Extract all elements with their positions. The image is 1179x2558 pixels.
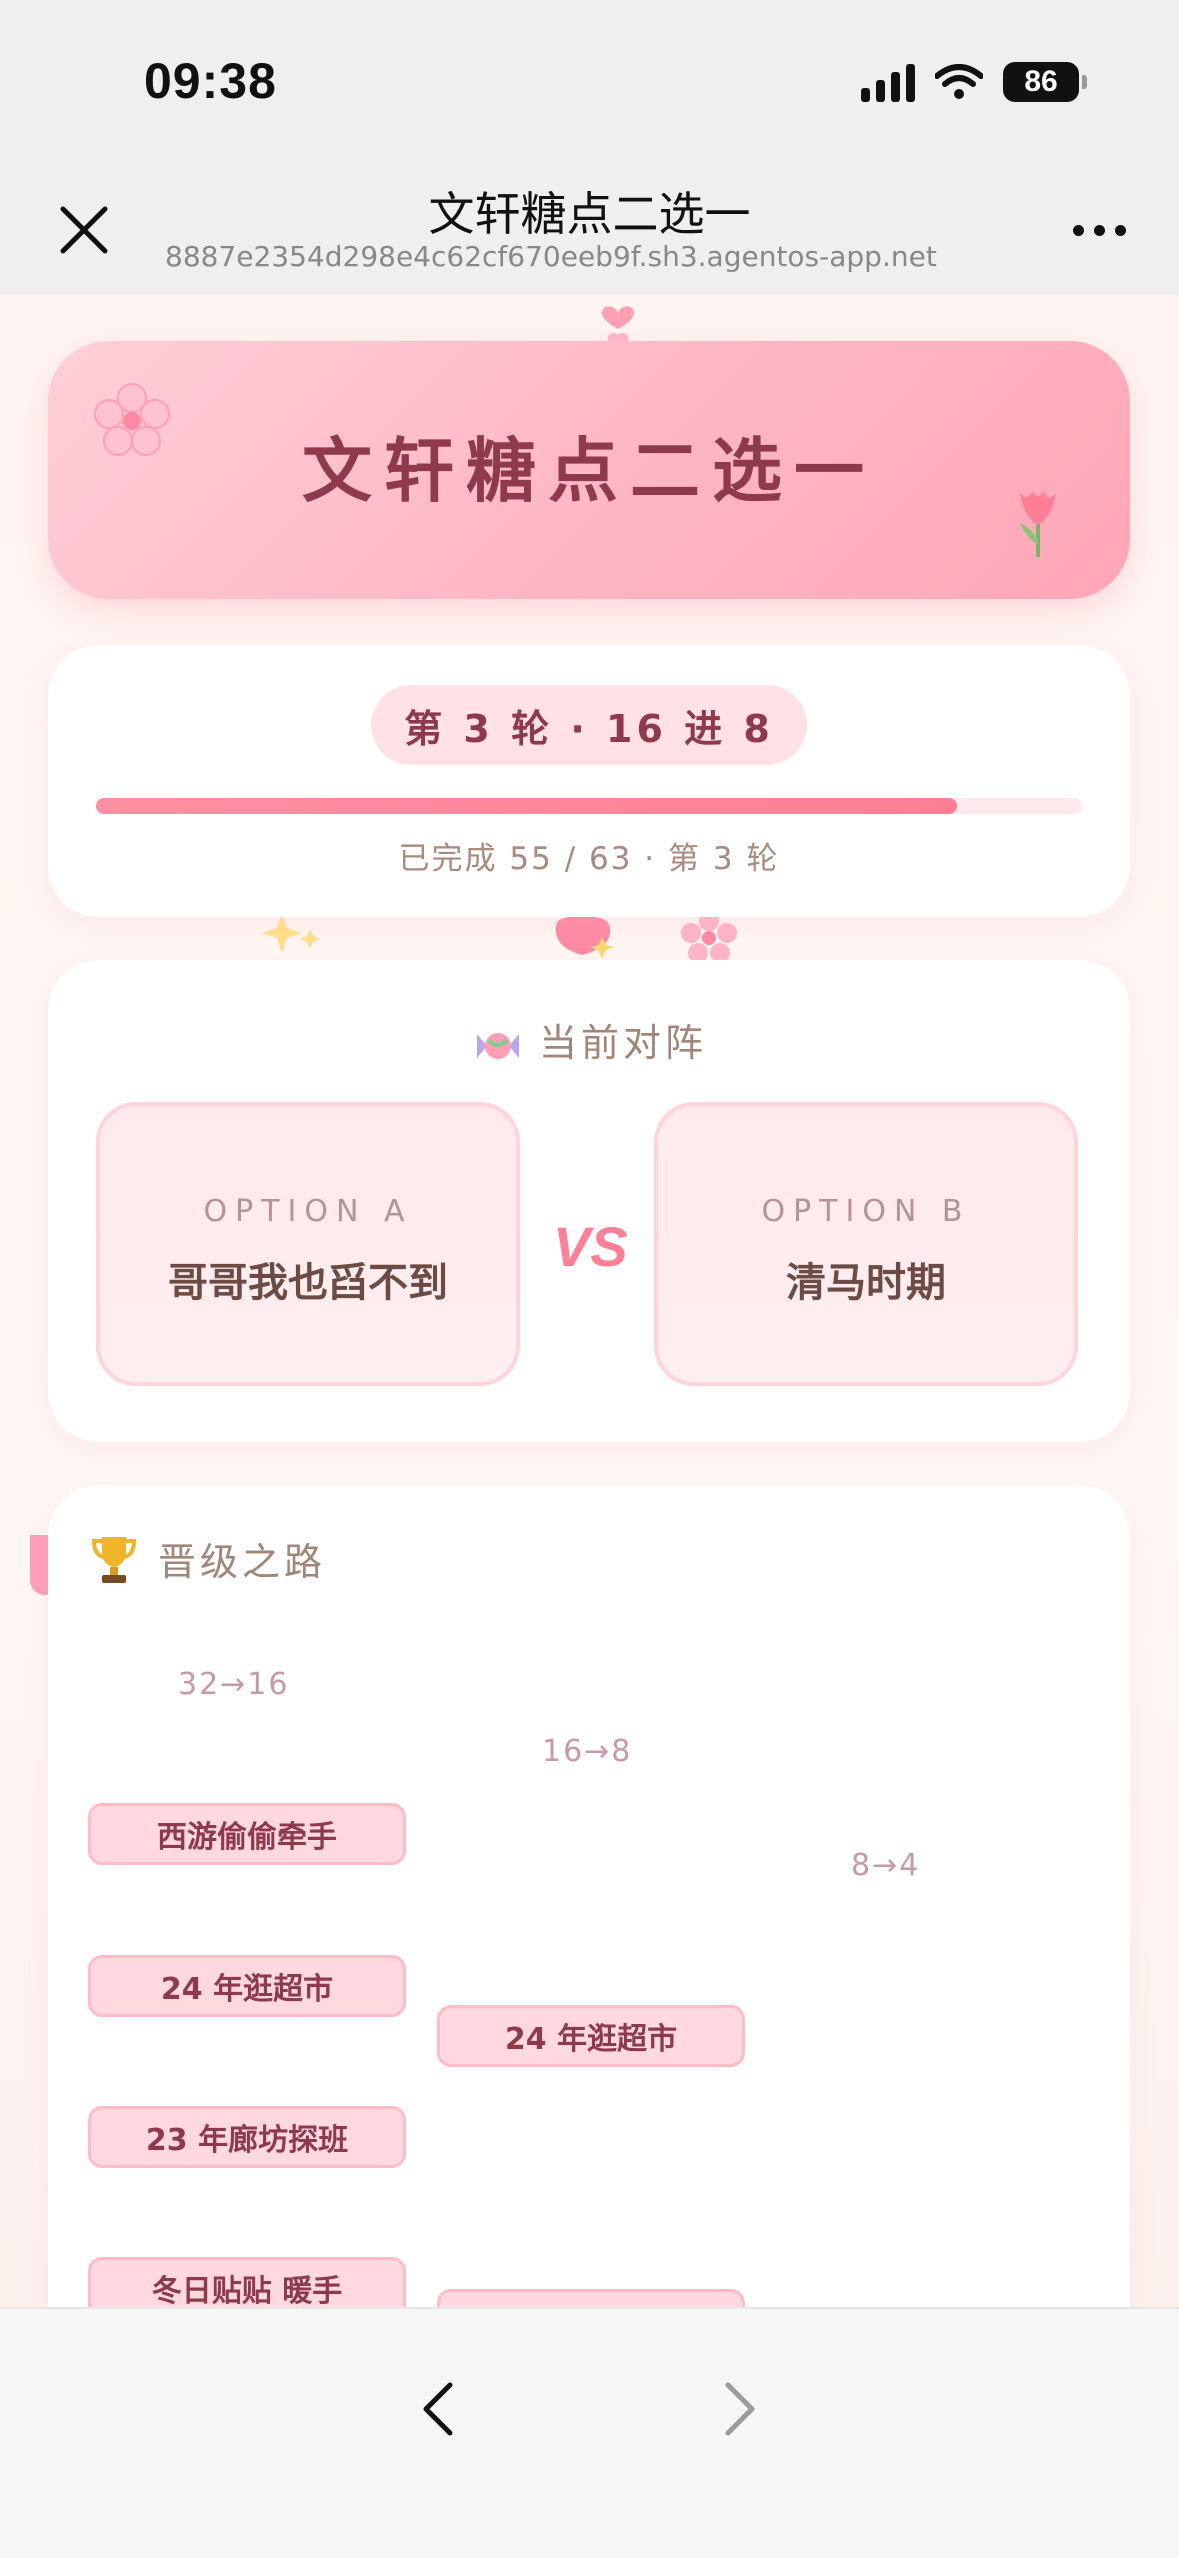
round-badge: 第 3 轮 · 16 进 8 [371, 685, 807, 765]
bracket-column-label: 32→16 [178, 1667, 290, 1702]
progress-text: 已完成 55 / 63 · 第 3 轮 [398, 841, 780, 877]
hero-banner: 文轩糖点二选一 [48, 341, 1130, 599]
status-icons: 86 [861, 62, 1087, 102]
tulip-icon [1020, 491, 1056, 557]
more-options-button[interactable] [1059, 200, 1139, 260]
sparkle-decoration-icon [262, 913, 320, 953]
option-b-button[interactable]: OPTION B 清马时期 [654, 1102, 1078, 1386]
bracket-column-label: 8→4 [851, 1848, 921, 1883]
nav-bar: 文轩糖点二选一 8887e2354d298e4c62cf670eeb9f.sh3… [0, 160, 1179, 295]
back-button[interactable] [408, 2369, 468, 2449]
chevron-right-icon [725, 2382, 755, 2436]
option-a-name: 哥哥我也舀不到 [168, 1260, 448, 1306]
page-title: 文轩糖点二选一 [428, 187, 751, 241]
page-url: 8887e2354d298e4c62cf670eeb9f.sh3.agentos… [165, 240, 937, 273]
bracket-heading: 晋级之路 [90, 1531, 326, 1586]
option-a-label: OPTION A [203, 1194, 413, 1229]
option-b-name: 清马时期 [786, 1260, 946, 1306]
progress-bar [96, 798, 1082, 814]
bracket-card[interactable]: 晋级之路 32→16 16→8 8→4 西游偷偷牵手 24 年逛超市 23 年廊… [48, 1485, 1130, 2307]
more-icon [1072, 224, 1084, 236]
candy-icon [476, 1032, 519, 1059]
status-time: 09:38 [144, 53, 277, 109]
progress-card: 第 3 轮 · 16 进 8 已完成 55 / 63 · 第 3 轮 [48, 645, 1130, 917]
more-icon-dot [1114, 224, 1126, 236]
hero-title: 文轩糖点二选一 [302, 430, 876, 512]
forward-button[interactable] [710, 2369, 770, 2449]
bracket-heading-text: 晋级之路 [158, 1540, 327, 1584]
wifi-icon [935, 64, 983, 99]
bracket-node[interactable]: 23 年廊坊探班 [88, 2106, 406, 2168]
more-icon-dot [1093, 224, 1105, 236]
bracket-node[interactable]: 24 年逛超市 [88, 1955, 406, 2017]
option-b-label: OPTION B [761, 1194, 971, 1229]
bracket-node[interactable]: 24 年逛超市 [437, 2005, 745, 2067]
bracket-node[interactable]: 西游偷偷牵手 [88, 1803, 406, 1865]
heart-decoration-icon [555, 916, 614, 958]
matchup-heading-text: 当前对阵 [538, 1021, 707, 1065]
progress-bar-fill [96, 798, 957, 814]
trophy-icon [91, 1536, 137, 1583]
status-bar: 09:38 86 [0, 0, 1179, 160]
bracket-node[interactable]: 冬日贴贴 暖手 [88, 2257, 406, 2307]
option-a-button[interactable]: OPTION A 哥哥我也舀不到 [96, 1102, 520, 1386]
vs-label: VS [553, 1215, 628, 1278]
bracket-node[interactable] [437, 2289, 745, 2307]
matchup-heading: 当前对阵 [48, 1012, 1130, 1067]
matchup-card: 当前对阵 OPTION A 哥哥我也舀不到 VS OPTION B 清马时期 [48, 960, 1130, 1442]
web-content[interactable]: 文轩糖点二选一 第 3 轮 · 16 进 8 已完成 55 / 63 · 第 3… [0, 295, 1179, 2307]
bottom-toolbar [0, 2307, 1179, 2558]
chevron-left-icon [423, 2382, 453, 2436]
bracket-column-label: 16→8 [542, 1734, 633, 1769]
flower-decoration-icon [681, 911, 737, 961]
cellular-signal-icon [861, 62, 915, 102]
battery-icon: 86 [1003, 62, 1087, 102]
